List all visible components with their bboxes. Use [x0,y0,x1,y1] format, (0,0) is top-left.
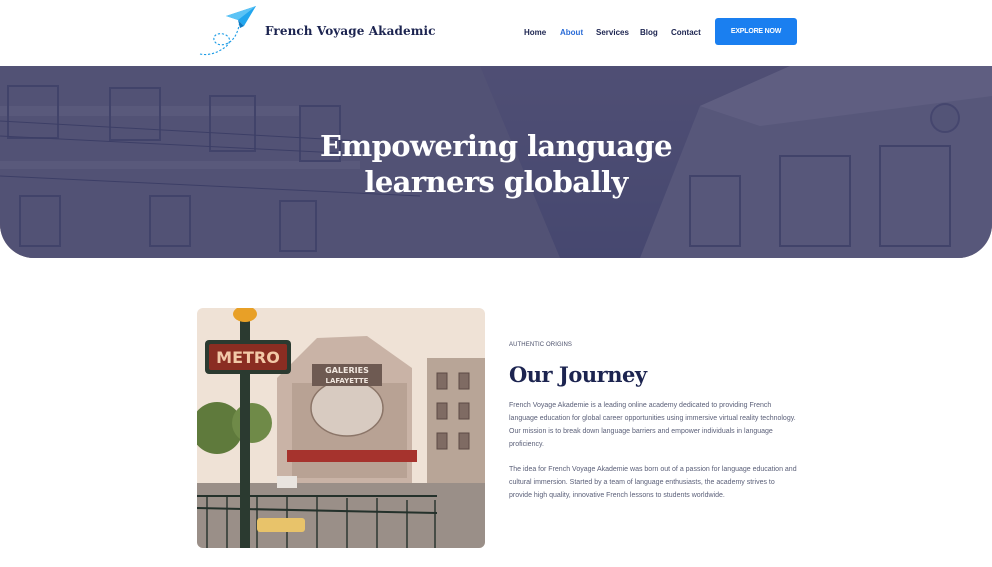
store-sign-line-2: LAFAYETTE [326,377,369,385]
hero-title: Empowering language learners globally [0,128,992,200]
nav-services[interactable]: Services [596,27,629,39]
hero-banner: Empowering language learners globally [0,66,992,258]
section-eyebrow: AUTHENTIC ORIGINS [509,342,573,348]
explore-now-button[interactable]: EXPLORE NOW [715,18,797,45]
nav-about[interactable]: About [560,27,583,39]
about-paragraph-1: French Voyage Akademie is a leading onli… [509,402,796,448]
site-header: French Voyage Akademic Home About Servic… [0,0,992,66]
main-nav: Home About Services Blog Contact [0,27,992,41]
nav-blog[interactable]: Blog [640,27,658,39]
paris-metro-photo: GALERIES LAFAYETTE METRO [197,308,485,548]
hero-title-line-2: learners globally [364,165,628,199]
about-paragraph-2: The idea for French Voyage Akademie was … [509,466,797,499]
section-title: Our Journey [509,362,647,387]
nav-contact[interactable]: Contact [671,27,701,39]
store-sign-line-1: GALERIES [325,366,369,375]
nav-home[interactable]: Home [524,27,546,39]
metro-sign: METRO [216,348,280,367]
hero-title-line-1: Empowering language [320,129,673,163]
